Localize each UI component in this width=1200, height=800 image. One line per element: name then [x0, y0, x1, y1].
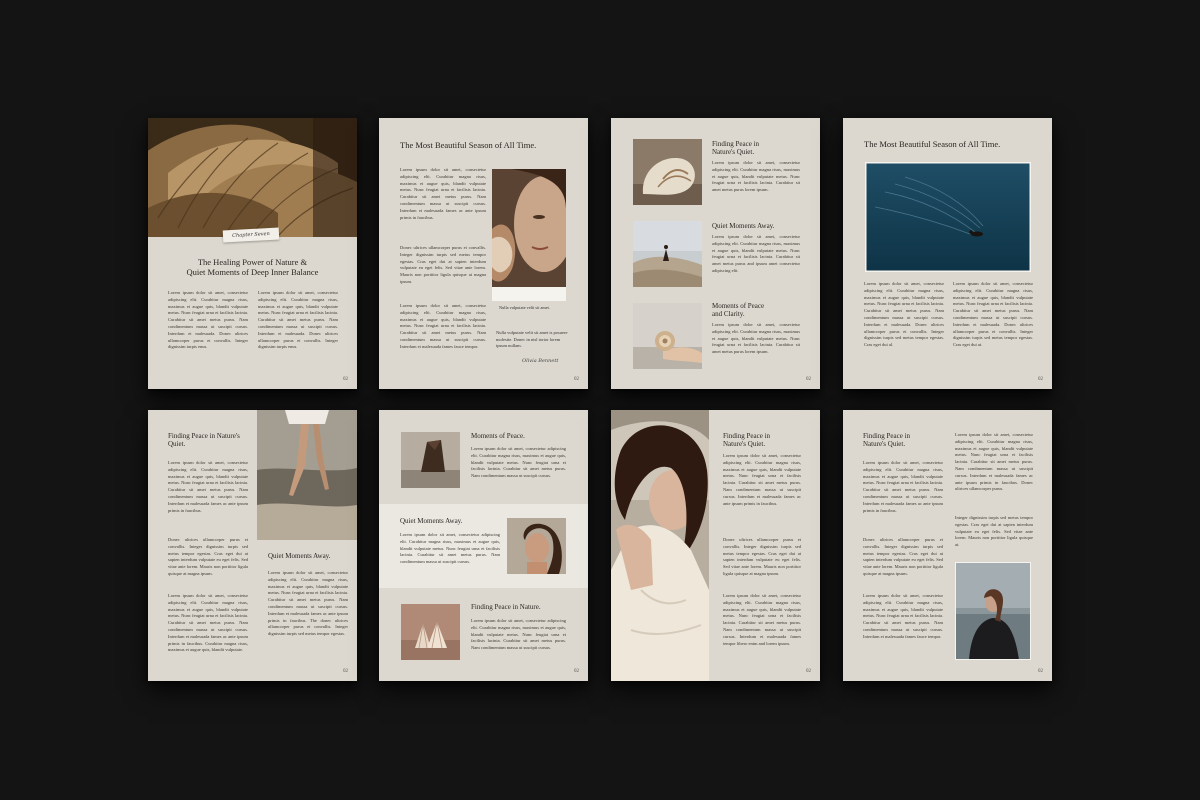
section-heading-3: Moments of Peace and Clarity.	[712, 302, 765, 318]
page-7: Finding Peace in Nature's Quiet. Lorem i…	[611, 410, 820, 681]
page-number: 02	[1038, 377, 1043, 382]
page-4: The Most Beautiful Season of All Time. L…	[843, 118, 1052, 389]
beach-legs-photo	[257, 410, 357, 540]
section-text-1b: Donec ultrices ullamcorper purus et conv…	[168, 537, 248, 576]
section-text-2: Lorem ipsum dolor sit amet, consectetur …	[400, 532, 500, 565]
section-text-2b: Integer dignissim turpis sed metus tempo…	[955, 515, 1033, 548]
section-text-1b: Donec ultrices ullamcorper purus et conv…	[723, 537, 801, 576]
section-heading-2: Quiet Moments Away.	[400, 517, 463, 525]
shells-photo	[401, 604, 460, 660]
portrait-photo	[492, 169, 566, 301]
section-text-2: Lorem ipsum dolor sit amet, consectetur …	[268, 570, 348, 637]
pull-quote: Nulla vulputate velit sit amet is posuer…	[496, 330, 568, 348]
coast-portrait-photo	[955, 562, 1031, 660]
section-text-1a: Lorem ipsum dolor sit amet, consectetur …	[863, 460, 943, 513]
section-text-3: Lorem ipsum dolor sit amet, consectetur …	[712, 322, 800, 355]
page-number: 02	[806, 377, 811, 382]
section-text-2a: Lorem ipsum dolor sit amet, consectetur …	[955, 432, 1033, 492]
section-heading-1: Moments of Peace.	[471, 432, 525, 440]
page-2: The Most Beautiful Season of All Time. L…	[379, 118, 588, 389]
page-number: 02	[574, 669, 579, 674]
body-text-1: Lorem ipsum dolor sit amet, consectetur …	[400, 167, 486, 220]
section-text-1c: Lorem ipsum dolor sit amet, consectetur …	[863, 593, 943, 639]
body-text-col-1: Lorem ipsum dolor sit amet, consectetur …	[864, 281, 944, 348]
body-text-col-1: Lorem ipsum dolor sit amet, consectetur …	[168, 290, 248, 350]
body-text-col-2: Lorem ipsum dolor sit amet, consectetur …	[953, 281, 1033, 348]
page-number: 02	[343, 669, 348, 674]
page-title-line-2: Quiet Moments of Deep Inner Balance	[186, 267, 319, 277]
section-heading-1: Finding Peace in Nature's Quiet.	[168, 432, 240, 448]
section-heading-2: Quiet Moments Away.	[712, 222, 775, 230]
section-heading-2: Quiet Moments Away.	[268, 552, 331, 560]
woman-hair-photo	[611, 410, 709, 681]
page-title: The Most Beautiful Season of All Time.	[400, 140, 537, 150]
section-heading-1: Finding Peace in Nature's Quiet.	[712, 140, 760, 156]
section-text-1: Lorem ipsum dolor sit amet, consectetur …	[712, 160, 800, 193]
page-number: 02	[343, 377, 348, 382]
page-6: Moments of Peace. Lorem ipsum dolor sit …	[379, 410, 588, 681]
shell-photo	[148, 118, 357, 237]
photo-caption: Nulla vulputate velit sit amet.	[499, 305, 550, 310]
section-text-1a: Lorem ipsum dolor sit amet, consectetur …	[168, 460, 248, 513]
page-number: 02	[574, 377, 579, 382]
signature: Olivia Bennett	[522, 358, 559, 364]
page-title-line-1: The Healing Power of Nature &	[197, 257, 308, 267]
page-number: 02	[1038, 669, 1043, 674]
body-text-2: Donec ultrices ullamcorper purus et conv…	[400, 245, 486, 284]
section-text-1c: Lorem ipsum dolor sit amet, consectetur …	[168, 593, 248, 653]
hand-shell-photo	[633, 303, 702, 369]
section-text-1: Lorem ipsum dolor sit amet, consectetur …	[471, 446, 566, 479]
dunes-photo	[633, 221, 702, 287]
section-text-3: Lorem ipsum dolor sit amet, consectetur …	[471, 618, 566, 651]
section-text-1b: Donec ultrices ullamcorper purus et conv…	[863, 537, 943, 576]
page-title: The Most Beautiful Season of All Time.	[864, 139, 1001, 149]
cliff-photo	[401, 432, 460, 488]
body-text-col-2: Lorem ipsum dolor sit amet, consectetur …	[258, 290, 338, 350]
section-heading-3: Finding Peace in Nature.	[471, 603, 541, 611]
section-text-1a: Lorem ipsum dolor sit amet, consectetur …	[723, 453, 801, 506]
page-8: Finding Peace in Nature's Quiet. Lorem i…	[843, 410, 1052, 681]
page-3: Finding Peace in Nature's Quiet. Lorem i…	[611, 118, 820, 389]
page-5: Finding Peace in Nature's Quiet. Lorem i…	[148, 410, 357, 681]
woman-portrait-photo	[507, 518, 566, 574]
section-text-1c: Lorem ipsum dolor sit amet, consectetur …	[723, 593, 801, 646]
section-text-2: Lorem ipsum dolor sit amet, consectetur …	[712, 234, 800, 273]
page-number: 02	[806, 669, 811, 674]
nautilus-photo	[633, 139, 702, 205]
ocean-photo	[865, 162, 1031, 272]
page-1: Chapter Seven The Healing Power of Natur…	[148, 118, 357, 389]
chapter-label: Chapter Seven	[222, 227, 280, 243]
section-heading-1: Finding Peace in Nature's Quiet.	[863, 432, 911, 448]
section-heading-1: Finding Peace in Nature's Quiet.	[723, 432, 771, 448]
body-text-3: Lorem ipsum dolor sit amet, consectetur …	[400, 303, 486, 349]
